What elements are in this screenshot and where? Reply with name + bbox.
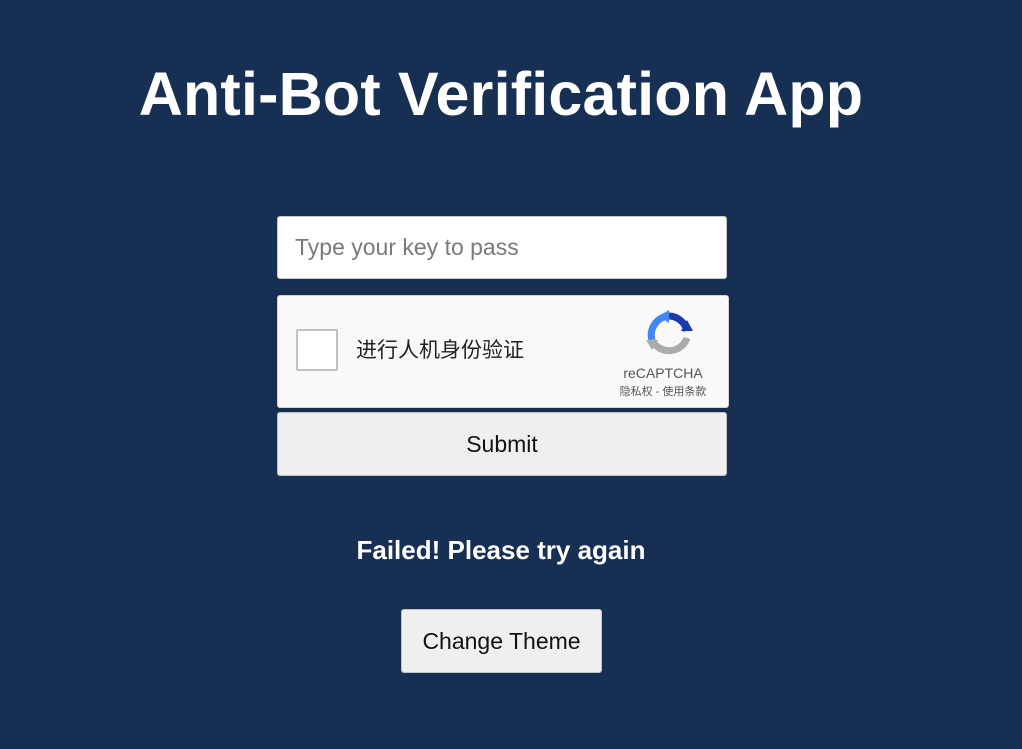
terms-link[interactable]: 使用条款 xyxy=(662,386,706,398)
status-message: Failed! Please try again xyxy=(356,535,646,565)
page-title: Anti-Bot Verification App xyxy=(138,60,864,128)
key-input[interactable] xyxy=(277,216,727,279)
links-separator: - xyxy=(652,386,663,398)
recaptcha-checkbox[interactable] xyxy=(296,329,338,371)
recaptcha-widget: 进行人机身份验证 reCAPTCHA 隐私权 - 使用条款 xyxy=(277,295,729,408)
recaptcha-brand: reCAPTCHA xyxy=(623,365,703,381)
recaptcha-logo-icon xyxy=(646,310,693,355)
recaptcha-label: 进行人机身份验证 xyxy=(356,339,524,362)
submit-button[interactable]: Submit xyxy=(277,412,727,476)
recaptcha-links: 隐私权 - 使用条款 xyxy=(598,385,728,399)
change-theme-button[interactable]: Change Theme xyxy=(401,609,602,673)
privacy-link[interactable]: 隐私权 xyxy=(620,386,653,398)
